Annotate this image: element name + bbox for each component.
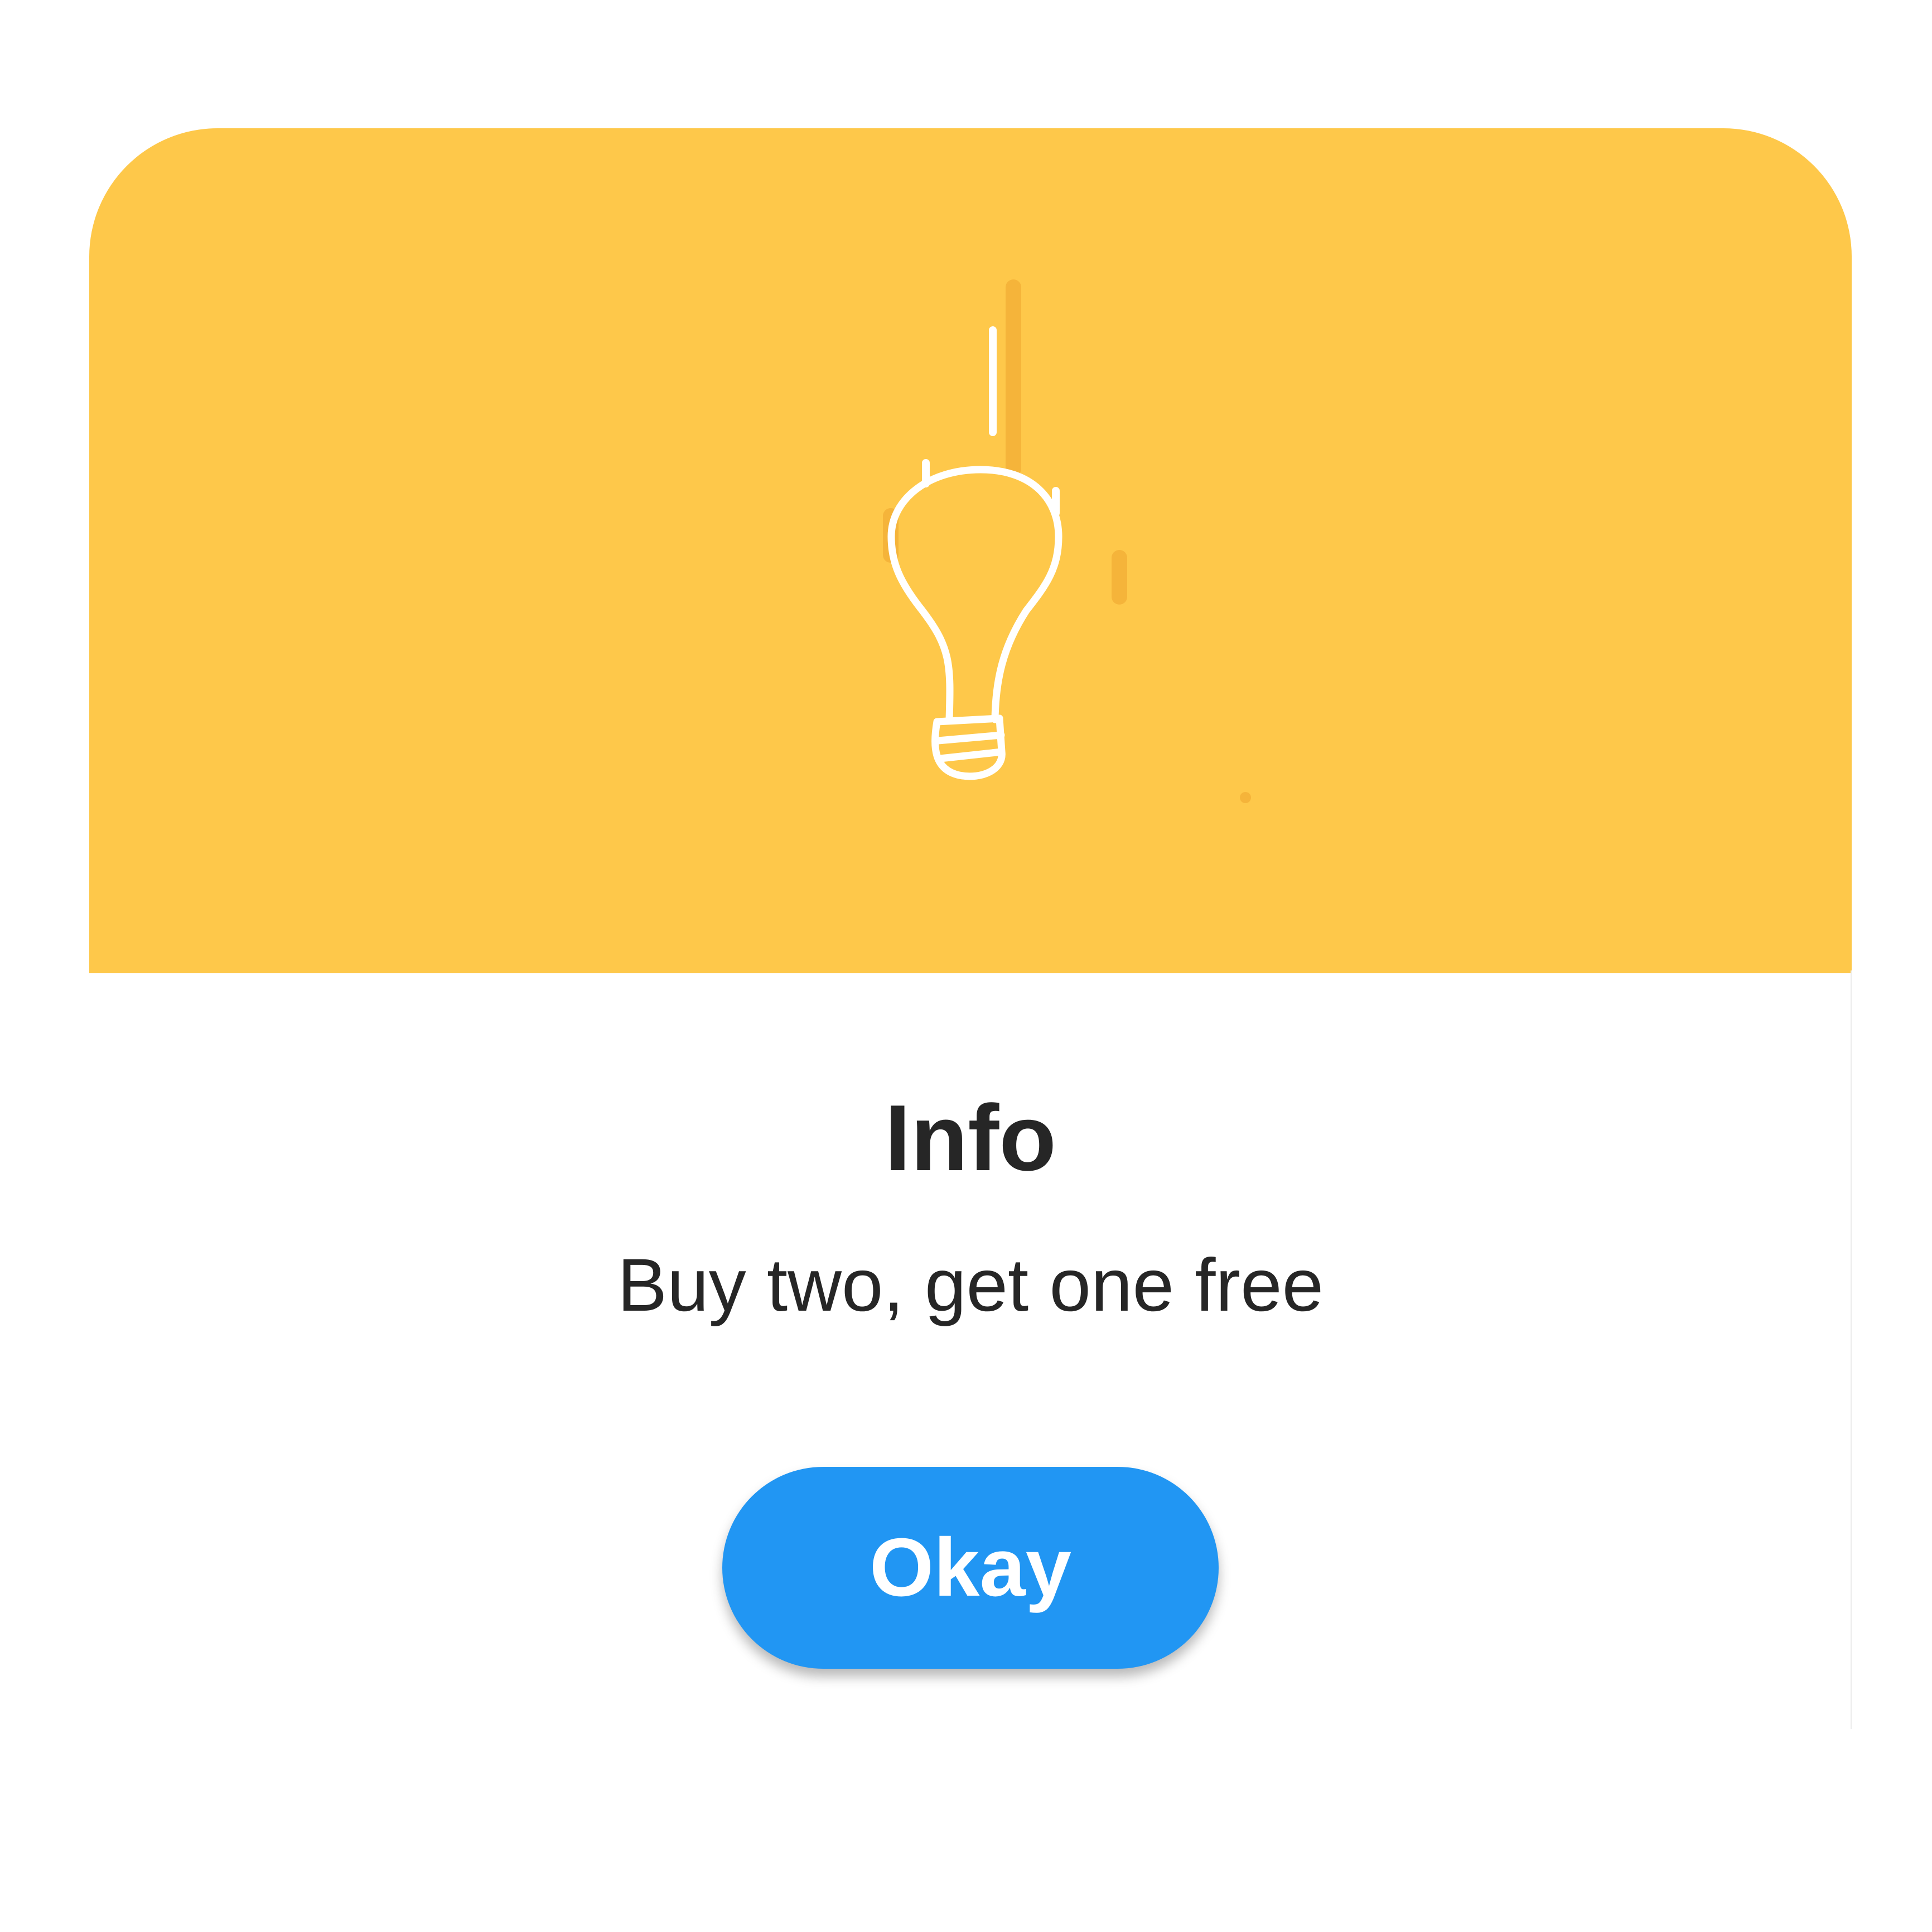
dialog-header (89, 128, 1852, 973)
dialog-right-border (1851, 970, 1852, 1729)
info-dialog: Info Buy two, get one free Okay (89, 128, 1852, 1729)
okay-button[interactable]: Okay (722, 1467, 1219, 1669)
lightbulb-illustration (883, 279, 1251, 803)
dialog-message: Buy two, get one free (617, 1244, 1324, 1327)
accent-dot (1240, 792, 1251, 803)
dialog-title: Info (885, 1085, 1056, 1190)
screen: Info Buy two, get one free Okay (0, 0, 1932, 1932)
lightbulb-icon (887, 466, 1062, 780)
